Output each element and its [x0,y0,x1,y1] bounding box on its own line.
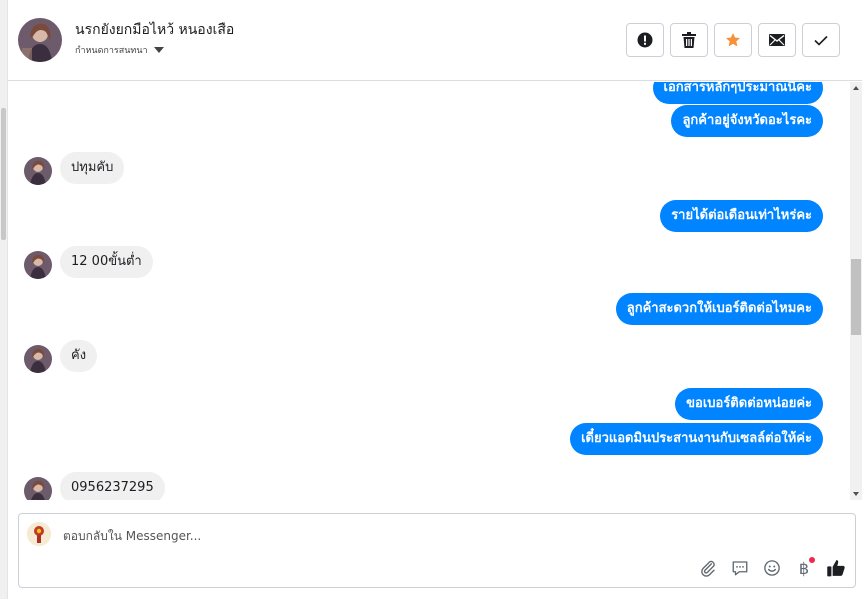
contact-name[interactable]: นรกยังยกมือไหว้ หนองเสือ [75,19,234,41]
contact-avatar[interactable] [18,18,62,62]
check-icon [814,35,828,46]
outgoing-message[interactable]: ขอเบอร์ติดต่อหน่อยค่ะ [675,388,823,420]
contact-avatar-small [24,345,52,373]
trash-icon [682,32,696,48]
conversation-header: นรกยังยกมือไหว้ หนองเสือ กำหนดการสนทนา [8,0,862,81]
mark-done-button[interactable] [802,23,840,57]
left-scroll-strip[interactable] [0,0,8,599]
scroll-up-arrow-icon[interactable] [853,86,859,90]
reply-input[interactable] [63,526,763,546]
message-scrollbar[interactable] [850,82,862,500]
conversation-status-label: กำหนดการสนทนา [75,46,148,56]
contact-avatar-small [24,251,52,279]
chevron-down-icon [153,47,164,53]
send-like-button[interactable] [825,557,847,579]
like-icon [827,560,845,577]
mark-unread-button[interactable] [758,23,796,57]
baht-payment-icon: ฿ [798,558,810,578]
spam-icon [637,32,653,48]
attachment-icon [701,560,715,577]
header-actions [626,23,840,57]
outgoing-message[interactable]: เดี๋ยวแอดมินประสานงานกับเซลล์ต่อให้ค่ะ [570,423,823,455]
saved-reply-icon [732,561,748,576]
outgoing-message[interactable]: ลูกค้าอยู่จังหวัดอะไรคะ [671,105,823,137]
mark-spam-button[interactable] [626,23,664,57]
conversation-status-dropdown[interactable]: กำหนดการสนทนา [75,43,164,57]
contact-avatar-small [24,477,52,500]
incoming-message[interactable]: 12 00ขั้นต่ำ [60,246,153,278]
notification-dot [809,557,815,563]
delete-button[interactable] [670,23,708,57]
left-scroll-thumb[interactable] [1,108,6,240]
scrollbar-thumb[interactable] [851,259,861,335]
outgoing-message[interactable]: เอกสารหลักๆประมาณนี้คะ [652,82,823,104]
incoming-message[interactable]: ปทุมคับ [60,152,125,184]
incoming-message[interactable]: คัง [60,340,98,372]
contact-avatar-small [24,157,52,185]
mail-icon [769,34,785,46]
emoji-icon [764,560,780,576]
page-avatar [27,522,51,546]
star-button[interactable] [714,23,752,57]
incoming-message[interactable]: 0956237295 [60,472,165,500]
payment-button[interactable]: ฿ [793,557,815,579]
outgoing-message[interactable]: ลูกค้าสะดวกให้เบอร์ติดต่อไหมคะ [615,293,823,325]
reply-composer: ฿ [18,513,856,588]
message-list: เอกสารหลักๆประมาณนี้คะ ลูกค้าอยู่จังหวัด… [8,82,850,500]
emoji-button[interactable] [761,557,783,579]
star-icon [726,33,740,47]
outgoing-message[interactable]: รายได้ต่อเดือนเท่าไหร่คะ [660,200,823,232]
composer-tools: ฿ [697,557,847,579]
saved-replies-button[interactable] [729,557,751,579]
scroll-down-arrow-icon[interactable] [853,492,859,496]
attach-button[interactable] [697,557,719,579]
